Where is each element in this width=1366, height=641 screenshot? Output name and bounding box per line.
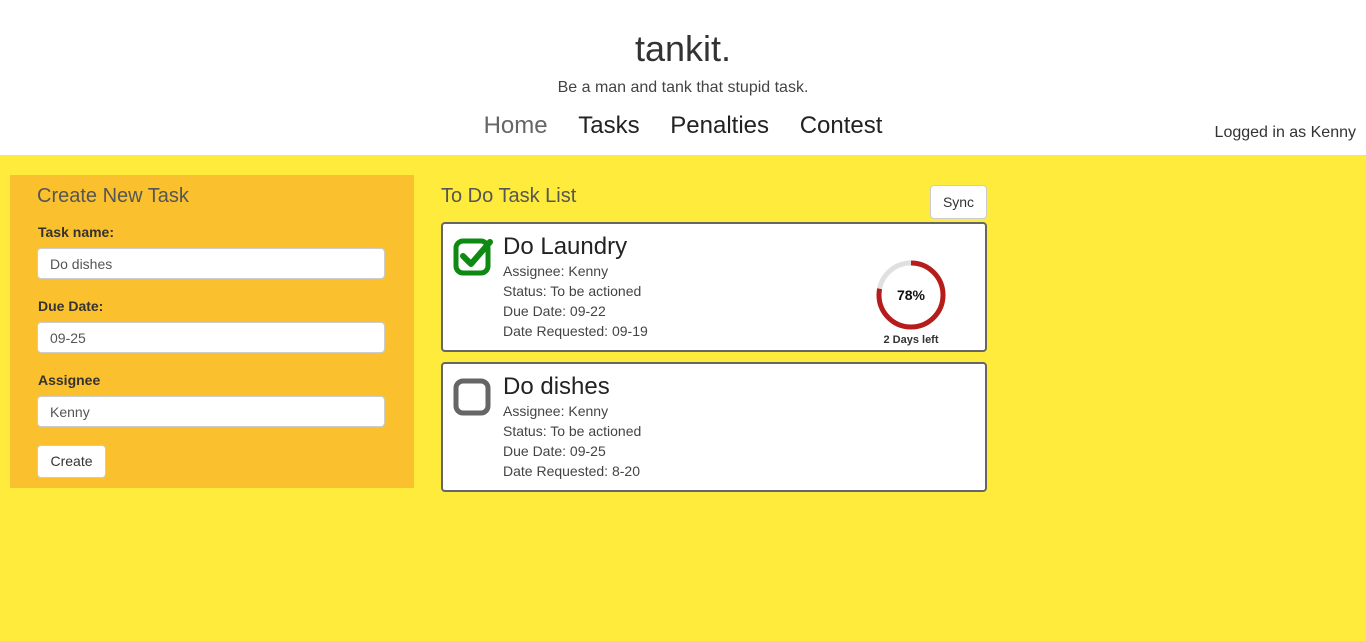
create-button[interactable]: Create bbox=[37, 445, 106, 478]
brand-title[interactable]: tankit. bbox=[0, 28, 1366, 70]
task-status: Status: To be actioned bbox=[503, 423, 642, 439]
create-task-panel: Create New Task Task name: Do dishes Due… bbox=[10, 175, 414, 488]
task-date-requested: Date Requested: 09-19 bbox=[503, 323, 648, 339]
task-card: Do Laundry Assignee: Kenny Status: To be… bbox=[441, 222, 987, 352]
nav-contest[interactable]: Contest bbox=[800, 112, 883, 140]
progress-percent: 78% bbox=[896, 287, 926, 303]
create-task-title: Create New Task bbox=[37, 185, 189, 207]
assignee-label: Assignee bbox=[38, 372, 101, 388]
main-nav: Home Tasks Penalties Contest bbox=[0, 112, 1366, 140]
task-status: Status: To be actioned bbox=[503, 283, 642, 299]
checked-checkbox-icon[interactable] bbox=[453, 236, 493, 276]
nav-tasks[interactable]: Tasks bbox=[578, 112, 639, 140]
task-assignee: Assignee: Kenny bbox=[503, 403, 609, 419]
task-name-input[interactable]: Do dishes bbox=[37, 248, 385, 279]
assignee-input[interactable]: Kenny bbox=[37, 396, 385, 427]
nav-penalties[interactable]: Penalties bbox=[670, 112, 769, 140]
due-date-label: Due Date: bbox=[38, 298, 104, 314]
task-assignee: Assignee: Kenny bbox=[503, 263, 609, 279]
task-list-title: To Do Task List bbox=[441, 185, 577, 207]
site-header: tankit. Be a man and tank that stupid ta… bbox=[0, 0, 1366, 155]
task-date-requested: Date Requested: 8-20 bbox=[503, 463, 640, 479]
nav-home[interactable]: Home bbox=[484, 112, 548, 140]
due-date-input[interactable]: 09-25 bbox=[37, 322, 385, 353]
task-name: Do dishes bbox=[503, 373, 610, 400]
task-name: Do Laundry bbox=[503, 233, 628, 260]
tagline: Be a man and tank that stupid task. bbox=[557, 79, 809, 96]
unchecked-checkbox-icon[interactable] bbox=[453, 376, 493, 416]
task-due-date: Due Date: 09-25 bbox=[503, 443, 606, 459]
task-card: Do dishes Assignee: Kenny Status: To be … bbox=[441, 362, 987, 492]
task-due-date: Due Date: 09-22 bbox=[503, 303, 606, 319]
logged-in-status: Logged in as Kenny bbox=[1214, 124, 1356, 141]
sync-button[interactable]: Sync bbox=[930, 185, 987, 219]
days-left: 2 Days left bbox=[883, 334, 939, 346]
task-name-label: Task name: bbox=[38, 224, 114, 240]
